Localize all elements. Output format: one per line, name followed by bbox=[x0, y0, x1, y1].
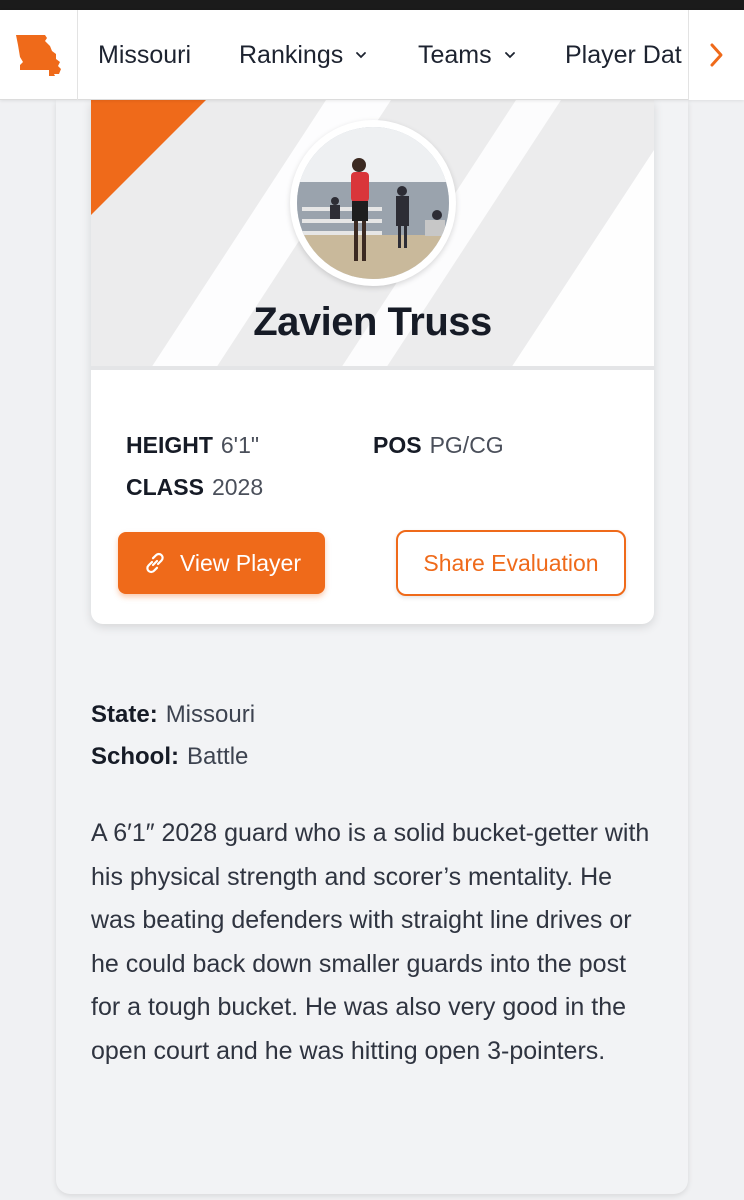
stat-label: POS bbox=[373, 432, 422, 458]
home-logo-link[interactable] bbox=[0, 10, 78, 100]
stat-value: 6'1" bbox=[220, 432, 260, 458]
link-icon bbox=[146, 552, 164, 574]
nav-item-player-data[interactable]: Player Dat bbox=[565, 10, 682, 100]
state-info: State: Missouri bbox=[91, 701, 255, 729]
view-player-button[interactable]: View Player bbox=[118, 532, 325, 594]
nav-item-missouri[interactable]: Missouri bbox=[98, 10, 191, 100]
view-player-label: View Player bbox=[179, 549, 302, 576]
chevron-down-icon bbox=[356, 52, 367, 59]
player-photo bbox=[297, 127, 449, 279]
nav-item-rankings[interactable]: Rankings bbox=[239, 10, 367, 100]
stat-value: PG/CG bbox=[429, 432, 504, 458]
nav-item-label: Player Dat bbox=[565, 40, 682, 69]
share-evaluation-label: Share Evaluation bbox=[423, 549, 599, 576]
share-evaluation-button[interactable]: Share Evaluation bbox=[396, 530, 626, 596]
school-value: Battle bbox=[187, 743, 249, 770]
nav-scroll-right-button[interactable] bbox=[688, 10, 744, 100]
chevron-right-icon bbox=[710, 43, 722, 67]
player-avatar bbox=[290, 120, 456, 286]
player-card-header: Zavien Truss bbox=[91, 100, 654, 368]
nav-item-label: Teams bbox=[418, 40, 492, 69]
nav-menu: Missouri Rankings Teams Player Dat bbox=[78, 10, 688, 100]
top-strip bbox=[0, 0, 744, 10]
school-label: School: bbox=[91, 743, 179, 770]
nav-item-teams[interactable]: Teams bbox=[418, 10, 516, 100]
player-card: Zavien Truss HEIGHT 6'1" POS PG/CG CLASS 20… bbox=[91, 100, 654, 624]
stat-label: HEIGHT bbox=[126, 432, 213, 458]
stat-value: 2028 bbox=[211, 474, 264, 500]
nav-item-label: Rankings bbox=[239, 40, 344, 69]
school-info: School: Battle bbox=[91, 743, 248, 771]
stat-position: POS PG/CG bbox=[373, 432, 504, 459]
stat-height: HEIGHT 6'1" bbox=[126, 432, 259, 459]
player-name: Zavien Truss bbox=[253, 300, 492, 344]
nav-item-label: Missouri bbox=[98, 40, 192, 69]
state-value: Missouri bbox=[165, 701, 256, 728]
state-label: State: bbox=[91, 701, 158, 728]
divider bbox=[91, 366, 654, 370]
top-navbar: Missouri Rankings Teams Player Dat bbox=[0, 10, 744, 100]
evaluation-text: A 6′1″ 2028 guard who is a solid bucket-… bbox=[91, 819, 650, 1065]
stat-class: CLASS 2028 bbox=[126, 474, 263, 501]
stat-label: CLASS bbox=[126, 474, 204, 500]
missouri-state-icon bbox=[15, 35, 61, 76]
chevron-down-icon bbox=[504, 52, 515, 59]
